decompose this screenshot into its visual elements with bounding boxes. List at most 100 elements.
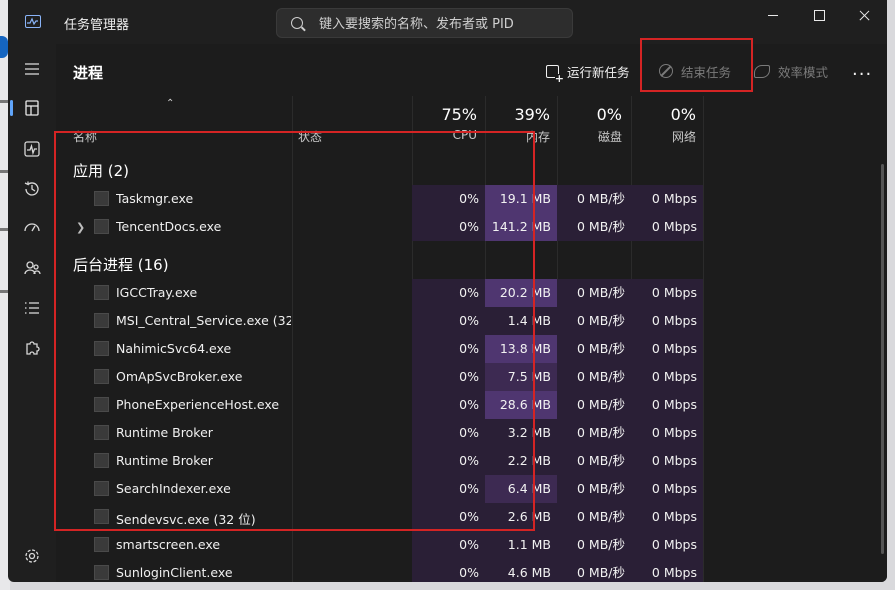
efficiency-mode-label: 效率模式 [778, 64, 829, 80]
nav-users[interactable] [20, 256, 44, 280]
column-name[interactable]: 名称 [73, 128, 97, 145]
memory-value: 13.8 MB [485, 335, 557, 363]
task-manager-window: 任务管理器 键入要搜索的名称、发布者或 PID 进程 + 运行新任务 结束任务 … [8, 0, 887, 582]
cpu-value: 0% [412, 419, 485, 447]
processes-page: 进程 运行新任务 结束任务 效率模式 ... ⌃ 名称 状态 75% CPU [56, 44, 887, 582]
cpu-value: 0% [412, 279, 485, 307]
processes-icon [25, 100, 39, 116]
process-row[interactable]: Runtime Broker 0% 2.2 MB 0 MB/秒 0 Mbps [56, 447, 703, 475]
nav-app-history[interactable] [20, 177, 44, 201]
disk-value: 0 MB/秒 [557, 475, 631, 503]
process-row[interactable]: OmApSvcBroker.exe 0% 7.5 MB 0 MB/秒 0 Mbps [56, 363, 703, 391]
search-input[interactable] [317, 14, 561, 34]
process-icon [94, 341, 109, 356]
process-row[interactable]: PhoneExperienceHost.exe 0% 28.6 MB 0 MB/秒 0 … [56, 391, 703, 419]
new-task-icon [546, 64, 564, 84]
process-row[interactable]: Sendevsvc.exe (32 位) 0% 2.6 MB 0 MB/秒 0 Mbps [56, 503, 703, 531]
process-name: NahimicSvc64.exe [116, 341, 232, 356]
users-icon [24, 261, 41, 275]
page-title: 进程 [73, 64, 104, 82]
background-mark [0, 100, 8, 103]
startup-gauge-icon [24, 223, 40, 232]
process-row[interactable]: SunloginClient.exe 0% 4.6 MB 0 MB/秒 0 Mbps [56, 559, 703, 582]
process-name: PhoneExperienceHost.exe [116, 397, 280, 412]
network-value: 0 Mbps [631, 503, 703, 531]
network-value: 0 Mbps [631, 391, 703, 419]
cpu-value: 0% [412, 335, 485, 363]
nav-settings[interactable] [20, 544, 44, 568]
disk-value: 0 MB/秒 [557, 185, 631, 213]
sort-chevron-icon[interactable]: ⌃ [166, 98, 174, 109]
memory-value: 2.2 MB [485, 447, 557, 475]
minimize-button[interactable] [750, 0, 796, 32]
cpu-value: 0% [412, 391, 485, 419]
nav-startup-apps[interactable] [20, 216, 44, 240]
cpu-value: 0% [412, 363, 485, 391]
process-name: Taskmgr.exe [116, 191, 194, 206]
expand-chevron-icon[interactable]: ❯ [76, 221, 85, 234]
process-icon [94, 397, 109, 412]
cpu-value: 0% [412, 531, 485, 559]
disk-value: 0 MB/秒 [557, 419, 631, 447]
end-task-label: 结束任务 [681, 64, 732, 80]
maximize-button[interactable] [796, 0, 842, 32]
title-bar[interactable]: 任务管理器 [8, 0, 887, 44]
scrollbar[interactable] [881, 164, 884, 554]
network-value: 0 Mbps [631, 279, 703, 307]
cpu-value: 0% [412, 559, 485, 582]
cpu-value: 0% [412, 475, 485, 503]
memory-value: 28.6 MB [485, 391, 557, 419]
group-background-processes[interactable]: 后台进程 (16) [73, 254, 169, 275]
cpu-value: 0% [412, 213, 485, 241]
disk-value: 0 MB/秒 [557, 335, 631, 363]
nav-processes[interactable] [10, 96, 44, 120]
network-value: 0 Mbps [631, 531, 703, 559]
network-value: 0 Mbps [631, 363, 703, 391]
process-icon [94, 191, 109, 206]
process-row[interactable]: MSI_Central_Service.exe (32... 0% 1.4 MB 0 … [56, 307, 703, 335]
nav-performance[interactable] [20, 137, 44, 161]
process-row[interactable]: SearchIndexer.exe 0% 6.4 MB 0 MB/秒 0 Mbps [56, 475, 703, 503]
nav-details[interactable] [20, 296, 44, 320]
process-name: Runtime Broker [116, 453, 213, 468]
network-value: 0 Mbps [631, 475, 703, 503]
background-app-marker [0, 36, 8, 58]
efficiency-mode-button[interactable]: 效率模式 [754, 60, 828, 82]
disk-value: 0 MB/秒 [557, 307, 631, 335]
cpu-label: CPU [452, 128, 477, 142]
end-task-button[interactable]: 结束任务 [659, 60, 731, 82]
network-value: 0 Mbps [631, 307, 703, 335]
close-button[interactable] [841, 0, 887, 32]
disk-value: 0 MB/秒 [557, 503, 631, 531]
disk-value: 0 MB/秒 [557, 559, 631, 582]
background-mark [0, 228, 8, 231]
run-new-task-button[interactable]: 运行新任务 [546, 60, 630, 84]
search-icon [291, 17, 303, 29]
process-row[interactable]: NahimicSvc64.exe 0% 13.8 MB 0 MB/秒 0 Mbps [56, 335, 703, 363]
process-row[interactable]: Runtime Broker 0% 3.2 MB 0 MB/秒 0 Mbps [56, 419, 703, 447]
process-icon [94, 509, 109, 524]
network-label: 网络 [671, 130, 696, 144]
group-apps[interactable]: 应用 (2) [73, 160, 129, 181]
hamburger-menu-button[interactable] [20, 57, 44, 81]
cpu-value: 0% [412, 307, 485, 335]
process-name: OmApSvcBroker.exe [116, 369, 243, 384]
search-box[interactable] [276, 8, 573, 38]
history-icon [24, 181, 39, 196]
process-row[interactable]: smartscreen.exe 0% 1.1 MB 0 MB/秒 0 Mbps [56, 531, 703, 559]
network-total: 0% [670, 105, 696, 124]
memory-value: 19.1 MB [485, 185, 557, 213]
process-row[interactable]: IGCCTray.exe 0% 20.2 MB 0 MB/秒 0 Mbps [56, 279, 703, 307]
process-row[interactable]: Taskmgr.exe 0% 19.1 MB 0 MB/秒 0 Mbps [56, 185, 703, 213]
memory-value: 2.6 MB [485, 503, 557, 531]
process-row[interactable]: ❯ TencentDocs.exe 0% 141.2 MB 0 MB/秒 0 Mbps [56, 213, 703, 241]
process-icon [94, 219, 109, 234]
process-name: smartscreen.exe [116, 537, 221, 552]
column-status[interactable]: 状态 [298, 128, 322, 145]
nav-services[interactable] [20, 336, 44, 360]
disk-value: 0 MB/秒 [557, 447, 631, 475]
task-manager-icon [25, 15, 41, 28]
memory-total: 39% [514, 105, 550, 124]
more-options-button[interactable]: ... [852, 58, 872, 80]
disk-value: 0 MB/秒 [557, 363, 631, 391]
